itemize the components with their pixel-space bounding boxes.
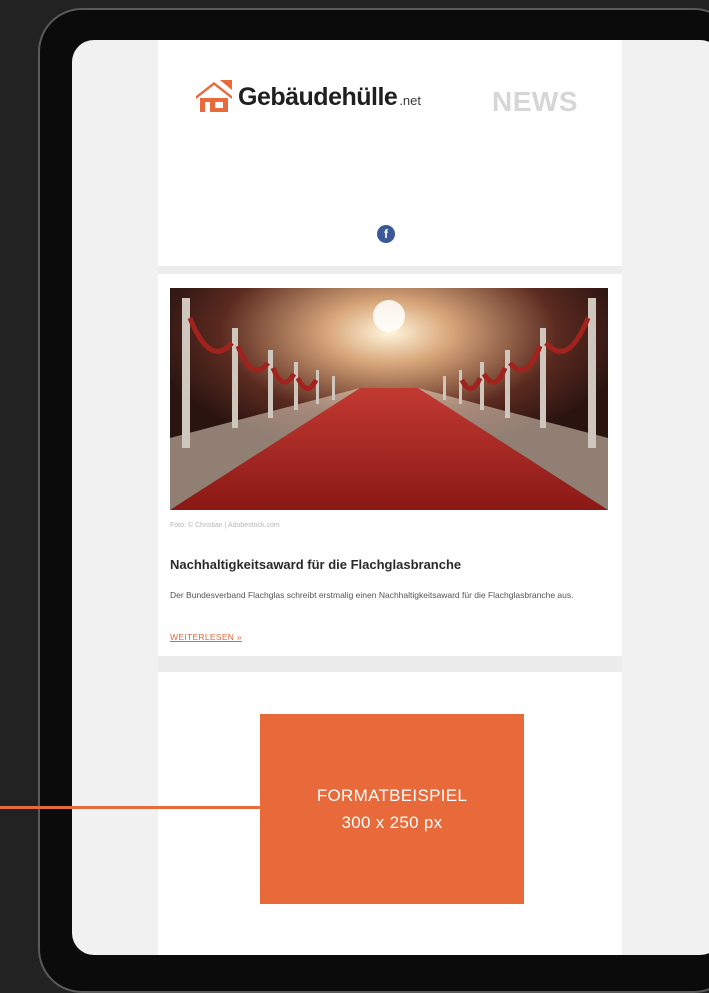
site-logo[interactable]: Gebäudehülle .net [196, 80, 421, 112]
newsletter-header: Gebäudehülle .net NEWS f [158, 40, 622, 266]
logo-suffix: .net [399, 93, 421, 108]
read-more-link[interactable]: WEITERLESEN » [170, 632, 242, 642]
logo-text: Gebäudehülle [238, 83, 398, 111]
ad-card: FORMATBEISPIEL 300 x 250 px [158, 672, 622, 955]
red-carpet-image[interactable] [170, 288, 608, 510]
newsletter-column: Gebäudehülle .net NEWS f Foto: © Christi… [158, 40, 622, 955]
tablet-screen: Gebäudehülle .net NEWS f Foto: © Christi… [72, 40, 709, 955]
article-excerpt: Der Bundesverband Flachglas schreibt ers… [170, 590, 574, 600]
facebook-icon[interactable]: f [377, 225, 395, 243]
article-card: Foto: © Christian | Adobestock.com Nachh… [158, 274, 622, 656]
news-label: NEWS [492, 86, 578, 117]
ad-format-size: 300 x 250 px [341, 813, 443, 832]
callout-line [0, 806, 260, 809]
ad-format-label: FORMATBEISPIEL [316, 786, 468, 805]
photo-credit: Foto: © Christian | Adobestock.com [170, 522, 280, 529]
article-title[interactable]: Nachhaltigkeitsaward für die Flachglasbr… [170, 557, 461, 572]
house-logo-icon [196, 80, 232, 112]
ad-format-example[interactable]: FORMATBEISPIEL 300 x 250 px [260, 714, 524, 904]
